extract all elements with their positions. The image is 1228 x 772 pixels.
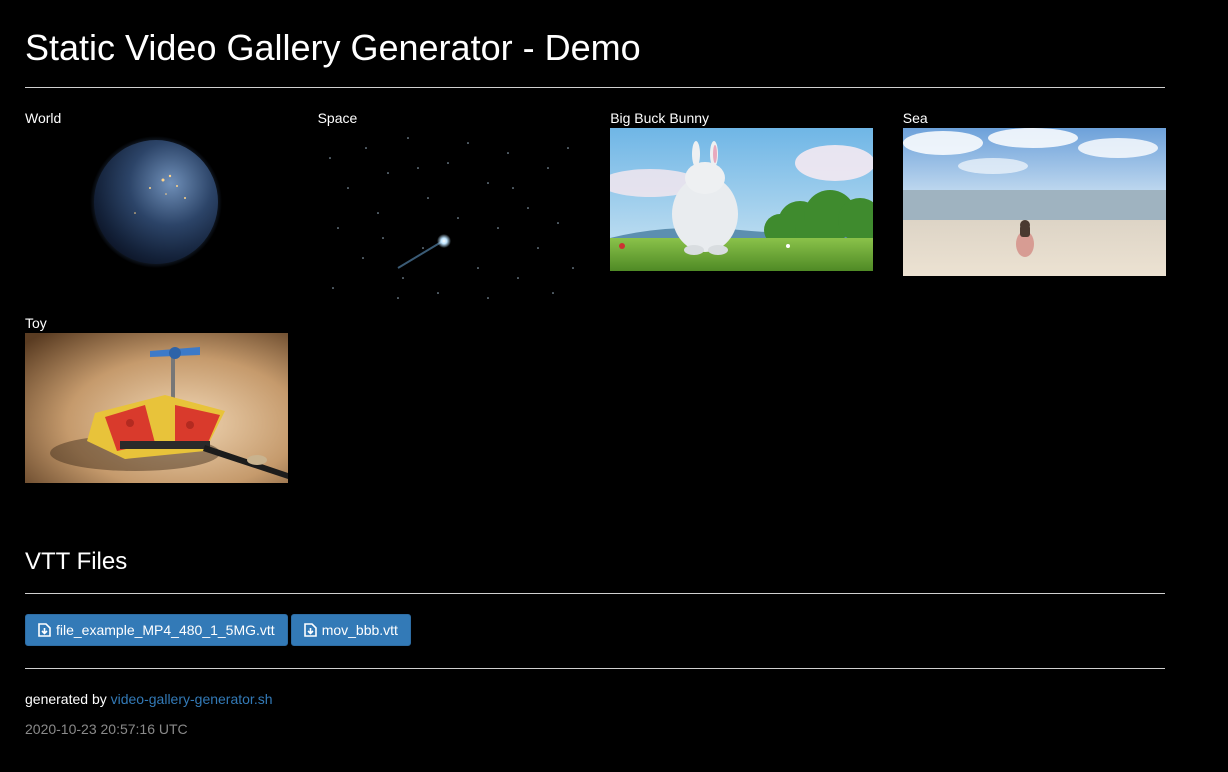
title-divider	[25, 87, 1165, 88]
gallery-item-label: Sea	[902, 110, 928, 126]
video-thumbnail-big-buck-bunny[interactable]	[610, 128, 874, 271]
gallery-item-label: Toy	[25, 315, 47, 331]
vtt-file-label: mov_bbb.vtt	[321, 622, 398, 638]
gallery-item-label: World	[25, 110, 62, 126]
gallery-item-sea: Sea	[902, 110, 1166, 315]
vtt-download-button-mov-bbb[interactable]: mov_bbb.vtt	[290, 614, 411, 646]
gallery-item-big-buck-bunny: Big Buck Bunny	[610, 110, 874, 315]
file-download-icon	[38, 623, 51, 637]
gallery-item-label: Space	[317, 110, 358, 126]
gallery-item-space: Space	[317, 110, 581, 315]
generated-timestamp: 2020-10-23 20:57:16 UTC	[25, 721, 188, 737]
video-gallery: World Space Big Buck Bunny Sea Toy	[25, 110, 1166, 520]
generator-link[interactable]: video-gallery-generator.sh	[111, 691, 273, 707]
toy-thumbnail-image	[25, 333, 288, 483]
video-thumbnail-toy[interactable]	[25, 333, 288, 483]
vtt-files-heading: VTT Files	[25, 548, 128, 575]
footer-prefix: generated by	[25, 691, 107, 707]
vtt-file-label: file_example_MP4_480_1_5MG.vtt	[56, 622, 275, 638]
footer: generated by video-gallery-generator.sh	[25, 691, 1165, 707]
page: Static Video Gallery Generator - Demo Wo…	[25, 0, 1166, 737]
footer-divider	[25, 668, 1165, 669]
vtt-download-button-file-example[interactable]: file_example_MP4_480_1_5MG.vtt	[25, 614, 288, 646]
gallery-item-toy: Toy	[25, 315, 288, 520]
video-thumbnail-world[interactable]	[25, 128, 288, 278]
bunny-thumbnail-image	[610, 128, 874, 271]
file-download-icon	[303, 623, 317, 637]
video-thumbnail-space[interactable]	[317, 128, 581, 304]
sea-thumbnail-image	[902, 128, 1166, 276]
vtt-divider	[25, 593, 1165, 594]
video-thumbnail-sea[interactable]	[902, 128, 1166, 276]
gallery-item-label: Big Buck Bunny	[610, 110, 710, 126]
page-title: Static Video Gallery Generator - Demo	[25, 27, 641, 68]
gallery-item-world: World	[25, 110, 288, 315]
earth-thumbnail-image	[25, 128, 288, 278]
space-thumbnail-image	[317, 128, 581, 304]
vtt-file-list: file_example_MP4_480_1_5MG.vtt mov_bbb.v…	[25, 614, 1165, 648]
